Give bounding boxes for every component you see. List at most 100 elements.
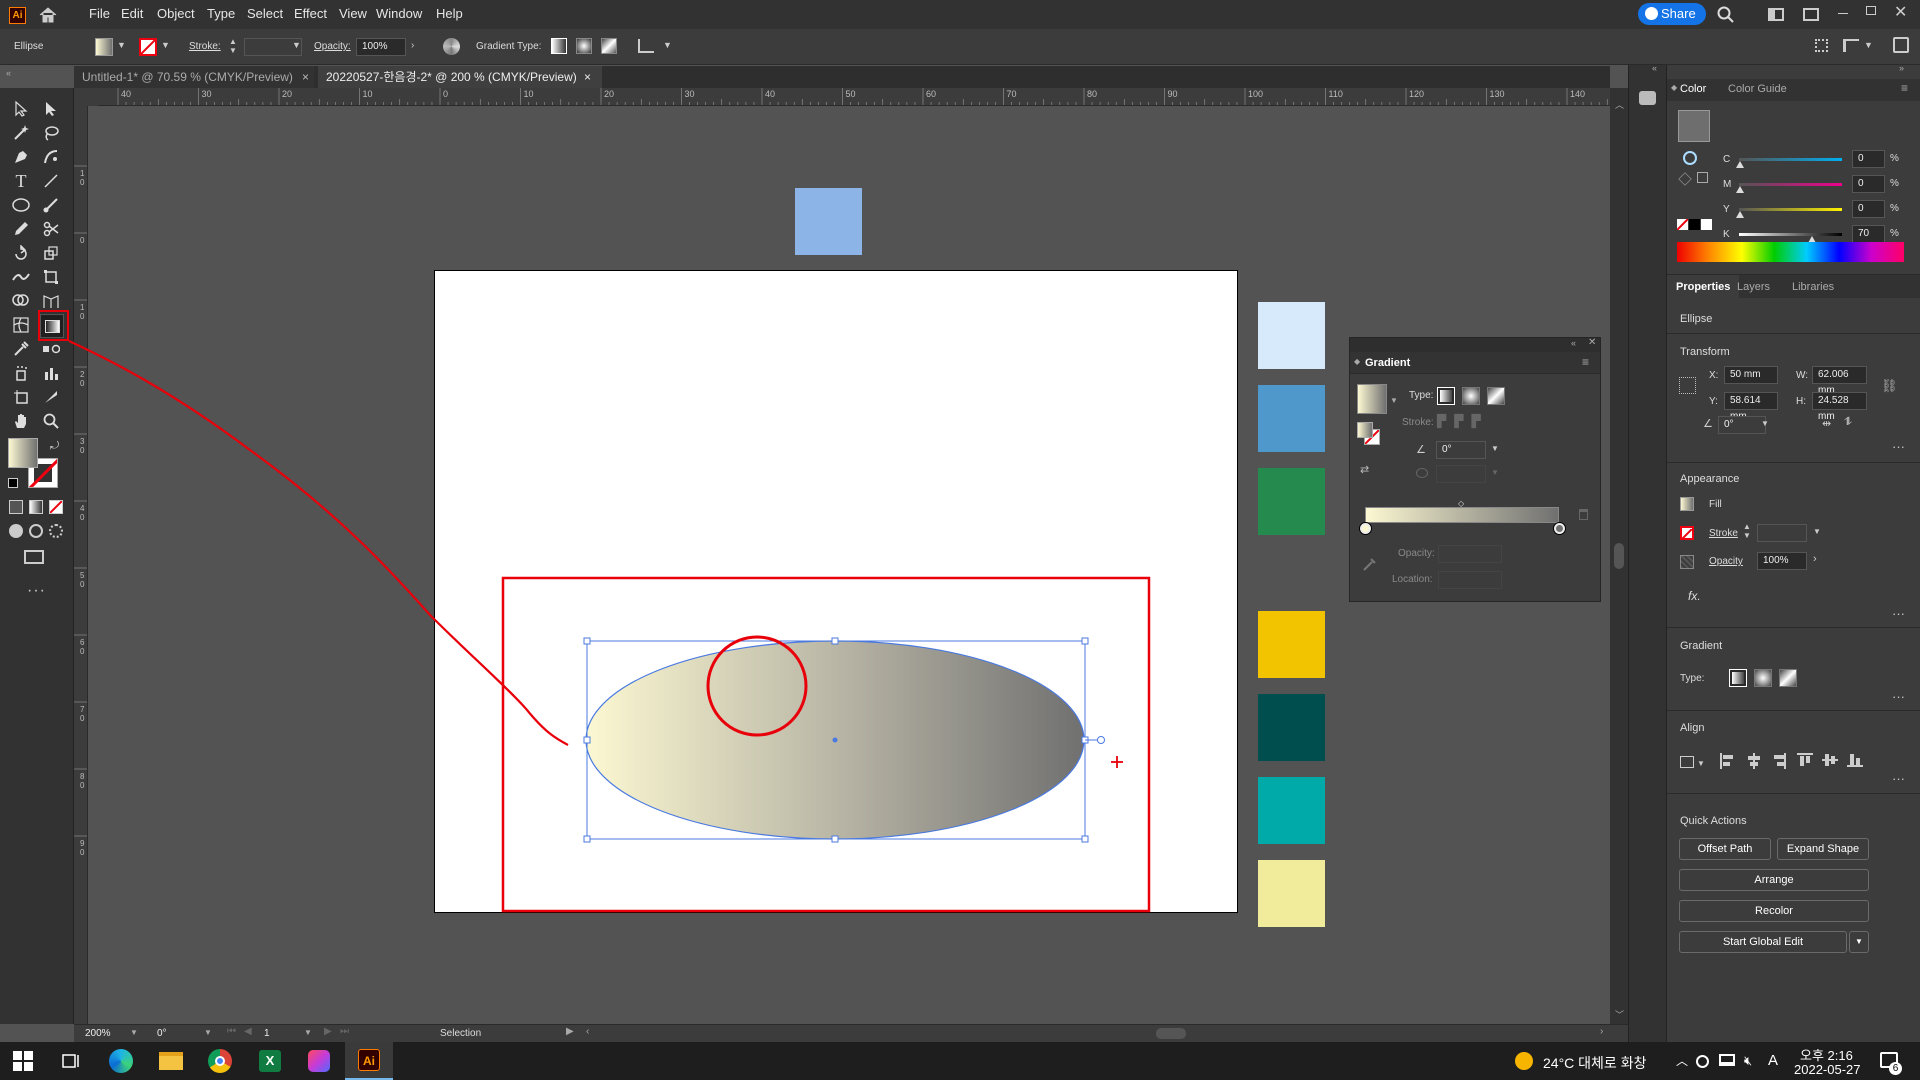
radial-gradient-button[interactable] xyxy=(1754,669,1772,687)
stroke-color-indicator[interactable] xyxy=(1683,151,1697,165)
fill-stroke-toggle[interactable] xyxy=(1357,422,1373,438)
eyedropper-icon[interactable] xyxy=(1362,556,1378,575)
chevron-down-icon[interactable]: ▼ xyxy=(1491,468,1499,477)
stroke-weight-stepper[interactable]: ▲ ▼ xyxy=(1743,522,1751,540)
collapse-panels-icon[interactable]: » xyxy=(1899,63,1904,73)
resize-handle[interactable] xyxy=(1081,637,1089,645)
more-options-icon[interactable]: ··· xyxy=(1892,439,1905,454)
tab-color-guide[interactable]: Color Guide xyxy=(1728,83,1787,95)
gradient-stop-end[interactable] xyxy=(1554,523,1565,534)
arrange-button[interactable]: Arrange xyxy=(1679,869,1869,891)
creative-cloud-icon[interactable] xyxy=(305,1047,333,1075)
channel-slider-m[interactable] xyxy=(1739,183,1842,186)
task-view-icon[interactable] xyxy=(58,1047,86,1075)
tab-layers[interactable]: Layers xyxy=(1737,281,1770,293)
scroll-right-arrow[interactable]: › xyxy=(1600,1026,1603,1037)
channel-input-k[interactable]: 70 xyxy=(1852,225,1885,243)
channel-input-c[interactable]: 0 xyxy=(1852,150,1885,168)
channel-input-y[interactable]: 0 xyxy=(1852,200,1885,218)
artboard-number-input[interactable]: 1 xyxy=(259,1026,309,1041)
stroke-weight-input[interactable] xyxy=(1757,524,1807,542)
align-to-dropdown[interactable] xyxy=(1680,756,1694,768)
tab-libraries[interactable]: Libraries xyxy=(1792,281,1834,293)
illustrator-taskbar-icon[interactable]: Ai xyxy=(345,1042,393,1080)
more-options-icon[interactable]: ··· xyxy=(1892,771,1905,786)
align-left-icon[interactable] xyxy=(1720,753,1734,769)
square-icon[interactable] xyxy=(1697,172,1708,183)
fill-color-box[interactable] xyxy=(8,438,38,468)
gradient-stop-start[interactable] xyxy=(1360,523,1371,534)
resize-handle[interactable] xyxy=(583,637,591,645)
resize-handle[interactable] xyxy=(831,835,839,843)
gradient-panel-title[interactable]: Gradient xyxy=(1365,357,1410,369)
reference-point-icon[interactable] xyxy=(1679,377,1696,394)
stop-location-input[interactable] xyxy=(1438,571,1502,589)
resize-handle[interactable] xyxy=(1081,835,1089,843)
expand-icon[interactable]: ◆ xyxy=(1671,83,1677,92)
close-panel-icon[interactable]: ✕ xyxy=(1588,337,1596,348)
file-explorer-icon[interactable] xyxy=(157,1047,185,1075)
stop-opacity-input[interactable] xyxy=(1438,545,1502,563)
global-edit-options-button[interactable]: ▼ xyxy=(1849,931,1869,953)
stroke-label[interactable]: Stroke xyxy=(1709,528,1738,539)
scroll-up-arrow[interactable]: ︿ xyxy=(1615,98,1624,111)
recolor-button[interactable]: Recolor xyxy=(1679,900,1869,922)
align-horizontal-center-icon[interactable] xyxy=(1747,753,1761,769)
more-options-icon[interactable]: ··· xyxy=(1892,689,1905,704)
align-top-icon[interactable] xyxy=(1797,753,1813,767)
flip-horizontal-icon[interactable]: ⇹ xyxy=(1822,417,1831,430)
linear-gradient-button[interactable] xyxy=(1437,387,1455,405)
gradient-slider-bar[interactable] xyxy=(1365,507,1559,523)
rotate-handle[interactable] xyxy=(1097,736,1105,744)
h-input[interactable]: 24.528 mm xyxy=(1812,392,1867,422)
align-vertical-center-icon[interactable] xyxy=(1822,753,1838,767)
rotate-input[interactable]: 0° xyxy=(1718,416,1766,434)
start-global-edit-button[interactable]: Start Global Edit xyxy=(1679,931,1847,953)
clock-date[interactable]: 2022-05-27 xyxy=(1794,1062,1861,1077)
freeform-gradient-button[interactable] xyxy=(1779,669,1797,687)
first-artboard-icon[interactable]: ⏮ xyxy=(227,1026,236,1037)
scroll-left-arrow[interactable]: ‹ xyxy=(586,1026,589,1037)
flip-vertical-icon[interactable]: ⥮ xyxy=(1844,416,1852,429)
center-point[interactable] xyxy=(832,737,838,743)
opacity-input[interactable]: 100% xyxy=(1757,552,1807,570)
vertical-scrollbar[interactable]: ︿ ﹀ xyxy=(1610,88,1628,1024)
excel-icon[interactable]: X xyxy=(256,1047,284,1075)
next-artboard-icon[interactable]: ▶ xyxy=(324,1026,332,1037)
scroll-down-arrow[interactable]: ﹀ xyxy=(1615,1008,1624,1021)
slider-thumb[interactable] xyxy=(1736,186,1744,193)
black-color-swatch[interactable] xyxy=(1689,219,1700,230)
horizontal-scrollbar[interactable]: ‹ › xyxy=(584,1025,1610,1042)
resize-handle[interactable] xyxy=(831,637,839,645)
channel-slider-c[interactable] xyxy=(1739,158,1842,161)
current-color-swatch[interactable] xyxy=(1678,110,1710,142)
status-menu-arrow[interactable]: ▶ xyxy=(566,1026,574,1037)
windows-start-icon[interactable] xyxy=(9,1047,37,1075)
collapse-panel-icon[interactable]: « xyxy=(1571,338,1576,348)
resize-handle[interactable] xyxy=(583,736,591,744)
channel-input-m[interactable]: 0 xyxy=(1852,175,1885,193)
chevron-down-icon[interactable]: ▼ xyxy=(1697,759,1705,768)
fill-swatch[interactable] xyxy=(1680,497,1694,511)
collapse-dock-icon[interactable]: « xyxy=(1652,63,1657,73)
tab-properties[interactable]: Properties xyxy=(1667,275,1740,299)
cloud-sync-icon[interactable] xyxy=(1696,1055,1709,1068)
slider-thumb[interactable] xyxy=(1736,211,1744,218)
h-scroll-thumb[interactable] xyxy=(1156,1028,1186,1039)
color-spectrum[interactable] xyxy=(1677,242,1904,262)
prev-artboard-icon[interactable]: ◀ xyxy=(244,1026,252,1037)
none-color-swatch[interactable] xyxy=(1677,219,1688,230)
panel-drag-bar[interactable]: « ✕ xyxy=(1350,337,1600,352)
chevron-down-icon[interactable]: ▼ xyxy=(1761,419,1769,428)
freeform-gradient-button[interactable] xyxy=(1487,387,1505,405)
panel-menu-icon[interactable]: ≡ xyxy=(1901,81,1908,95)
linear-gradient-button[interactable] xyxy=(1729,669,1747,687)
chrome-icon[interactable] xyxy=(206,1047,234,1075)
constrain-proportions-icon[interactable]: ⛓ xyxy=(1881,378,1898,394)
angle-input[interactable]: 0° xyxy=(1436,441,1486,459)
expand-shape-button[interactable]: Expand Shape xyxy=(1777,838,1869,860)
comments-icon[interactable] xyxy=(1639,91,1656,105)
chevron-down-icon[interactable]: ▼ xyxy=(1390,396,1398,405)
chevron-down-icon[interactable]: ▼ xyxy=(1491,444,1499,453)
edge-icon[interactable] xyxy=(107,1047,135,1075)
